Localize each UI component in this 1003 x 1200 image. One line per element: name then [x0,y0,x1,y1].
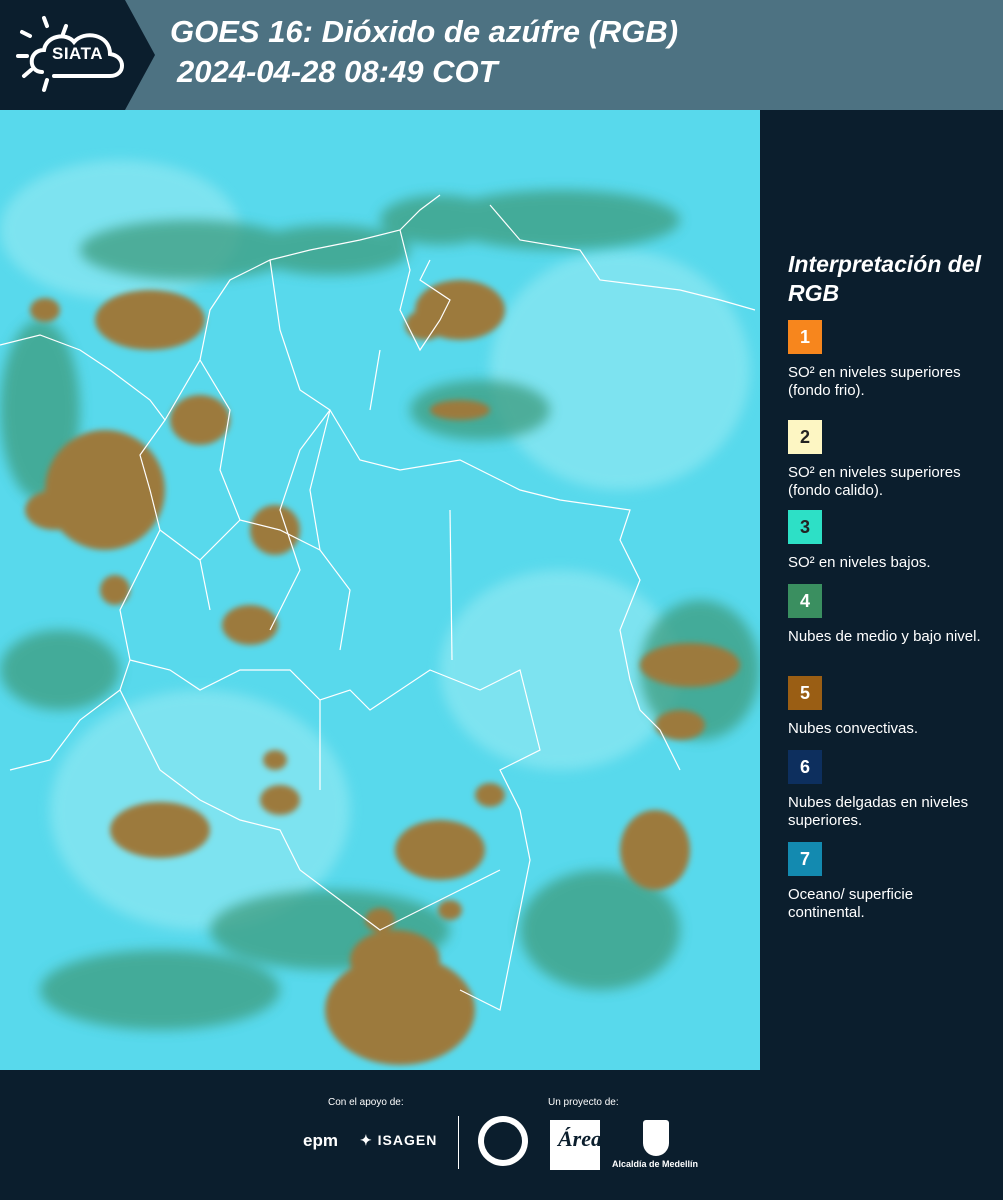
legend-item-4: 4 Nubes de medio y bajo nivel. [788,584,993,646]
university-seal-logo[interactable] [478,1116,528,1166]
timestamp: 2024-04-28 08:49 COT [177,54,498,89]
legend-swatch-3: 3 [788,510,822,544]
footer-divider [458,1116,459,1169]
legend-label-5: Nubes convectivas. [788,720,919,737]
alcaldia-logo-text: Alcaldía de Medellín [612,1159,699,1169]
legend-title: Interpretación del RGB [788,251,981,306]
epm-logo[interactable]: epm [303,1131,338,1151]
legend-label-1: SO² en niveles superiores (fondo frio). [788,364,961,399]
legend-swatch-1: 1 [788,320,822,354]
legend-swatch-2: 2 [788,420,822,454]
footer-bar: Con el apoyo de: Un proyecto de: epm ✦ I… [0,1070,1003,1200]
legend-swatch-5: 5 [788,676,822,710]
satellite-map[interactable] [0,110,762,1070]
area-metropolitana-logo[interactable]: Área [550,1120,602,1170]
legend-item-3: 3 SO² en niveles bajos. [788,510,993,572]
legend-item-7: 7 Oceano/ superficie continental. [788,842,993,922]
legend-label-7: Oceano/ superficie continental. [788,886,914,921]
isagen-logo[interactable]: ✦ ISAGEN [360,1132,437,1149]
legend-item-5: 5 Nubes convectivas. [788,676,993,738]
legend-swatch-6: 6 [788,750,822,784]
project-label: Un proyecto de: [548,1097,619,1108]
legend-label-3: SO² en niveles bajos. [788,554,931,571]
legend-swatch-7: 7 [788,842,822,876]
legend-label-6: Nubes delgadas en niveles superiores. [788,794,969,829]
legend-panel: Interpretación del RGB 1 SO² en niveles … [760,110,1003,1070]
legend-item-6: 6 Nubes delgadas en niveles superiores. [788,750,993,830]
area-logo-text: Área [558,1126,602,1151]
legend-item-2: 2 SO² en niveles superiores (fondo calid… [788,420,993,500]
legend-item-1: 1 SO² en niveles superiores (fondo frio)… [788,320,993,400]
support-label: Con el apoyo de: [328,1097,404,1108]
legend-swatch-4: 4 [788,584,822,618]
alcaldia-shield-icon[interactable] [643,1120,669,1156]
header-bar: SIATA GOES 16: Dióxido de azúfre (RGB) 2… [0,0,1003,110]
isagen-logo-text: ISAGEN [377,1132,438,1148]
siata-logo-text: SIATA [52,44,103,63]
legend-label-4: Nubes de medio y bajo nivel. [788,628,981,645]
page-title: GOES 16: Dióxido de azúfre (RGB) [170,14,679,49]
legend-label-2: SO² en niveles superiores (fondo calido)… [788,464,961,499]
siata-logo[interactable]: SIATA [0,0,155,110]
